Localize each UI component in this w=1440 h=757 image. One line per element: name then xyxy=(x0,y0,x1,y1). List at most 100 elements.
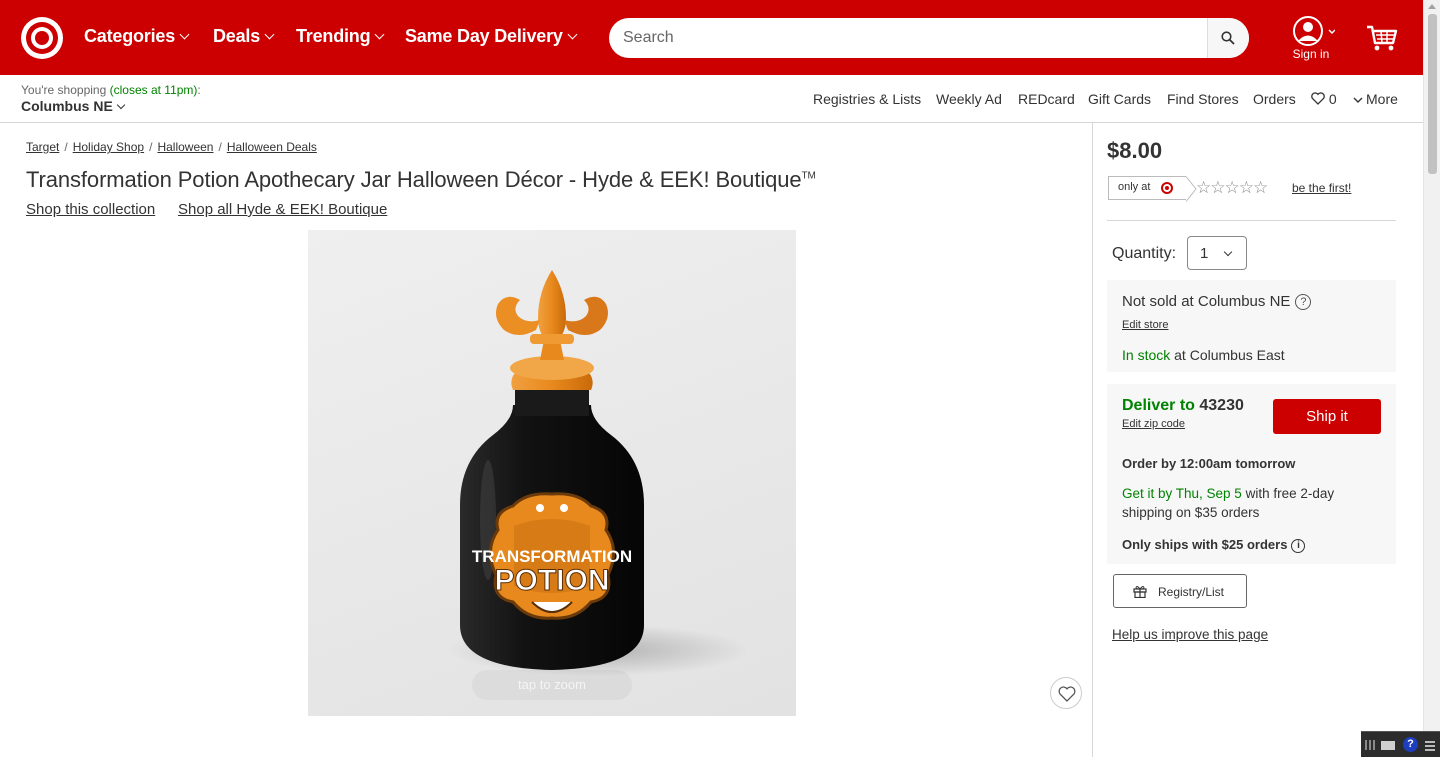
registry-button-label: Registry/List xyxy=(1158,585,1225,599)
nav-deals[interactable]: Deals xyxy=(213,26,275,47)
shop-collection-link[interactable]: Shop this collection xyxy=(26,201,155,218)
nav-categories[interactable]: Categories xyxy=(84,26,190,47)
signal-icon xyxy=(1425,739,1435,751)
chevron-down-icon xyxy=(1223,247,1233,257)
link-gift-cards[interactable]: Gift Cards xyxy=(1088,91,1151,107)
link-redcard[interactable]: REDcard xyxy=(1018,91,1075,107)
only-at-label: only at xyxy=(1118,181,1151,193)
add-to-favorites-button[interactable] xyxy=(1050,677,1082,709)
divider xyxy=(1107,220,1396,221)
delivery-date: Get it by Thu, Sep 5 xyxy=(1122,486,1242,501)
nav-same-day-delivery[interactable]: Same Day Delivery xyxy=(405,26,578,47)
quantity-select[interactable]: 1 xyxy=(1187,236,1247,270)
chevron-down-icon xyxy=(374,29,385,40)
tray-grip-icon xyxy=(1365,740,1375,750)
link-find-stores[interactable]: Find Stores xyxy=(1167,91,1239,107)
product-price: $8.00 xyxy=(1107,138,1163,163)
question-icon[interactable]: ? xyxy=(1295,294,1312,310)
deliver-to-label: Deliver to xyxy=(1122,397,1195,414)
chevron-down-icon xyxy=(567,29,578,40)
order-by-text: Order by 12:00am tomorrow xyxy=(1122,456,1296,471)
store-utility-bar: You're shopping (closes at 11pm): Columb… xyxy=(0,75,1423,123)
favorites-link[interactable]: 0 xyxy=(1311,91,1337,107)
deliver-to-text: Deliver to 43230 xyxy=(1122,397,1244,415)
chevron-down-icon xyxy=(116,100,126,110)
column-divider xyxy=(1092,123,1093,757)
help-icon[interactable]: ? xyxy=(1403,737,1418,752)
trademark-symbol: TM xyxy=(801,170,816,182)
cart-button[interactable] xyxy=(1366,24,1398,57)
nav-trending[interactable]: Trending xyxy=(296,26,385,47)
shopping-colon: : xyxy=(197,83,201,97)
sign-in-button[interactable]: Sign in xyxy=(1287,16,1336,62)
nav-same-day-delivery-label: Same Day Delivery xyxy=(405,26,563,46)
breadcrumb-target[interactable]: Target xyxy=(26,140,59,154)
edit-store-link[interactable]: Edit store xyxy=(1122,319,1168,331)
minimum-order-label: Only ships with $25 orders xyxy=(1122,537,1288,552)
account-icon xyxy=(1293,16,1336,46)
more-menu[interactable]: More xyxy=(1353,91,1398,107)
breadcrumb-separator: / xyxy=(218,140,222,154)
chevron-down-icon xyxy=(264,29,275,40)
store-selector[interactable]: Columbus NE xyxy=(21,98,126,114)
link-orders[interactable]: Orders xyxy=(1253,91,1296,107)
product-image[interactable]: TRANSFORMATION POTION tap to zoom xyxy=(308,230,796,716)
rating-stars[interactable]: ☆☆☆☆☆ xyxy=(1196,178,1268,198)
tap-to-zoom-hint: tap to zoom xyxy=(472,670,632,700)
scrollbar-thumb[interactable] xyxy=(1428,14,1437,174)
top-nav-bar: Categories Deals Trending Same Day Deliv… xyxy=(0,0,1423,75)
image-label-line2: POTION xyxy=(494,564,609,597)
link-weekly-ad[interactable]: Weekly Ad xyxy=(936,91,1002,107)
breadcrumb-halloween-deals[interactable]: Halloween Deals xyxy=(227,140,317,154)
edit-zip-link[interactable]: Edit zip code xyxy=(1122,418,1185,430)
keyboard-icon[interactable] xyxy=(1381,741,1395,750)
search-bar xyxy=(609,18,1249,58)
breadcrumb-separator: / xyxy=(64,140,68,154)
product-title-text: Transformation Potion Apothecary Jar Hal… xyxy=(26,167,802,192)
in-stock-text: In stock at Columbus East xyxy=(1122,347,1285,363)
link-registries-lists[interactable]: Registries & Lists xyxy=(813,91,921,107)
nav-trending-label: Trending xyxy=(296,26,371,46)
sign-in-label: Sign in xyxy=(1292,47,1330,61)
potion-jar-illustration: TRANSFORMATION POTION xyxy=(448,270,748,676)
system-tray: ? xyxy=(1361,731,1440,757)
shopping-prefix: You're shopping xyxy=(21,83,107,97)
store-closing-time: (closes at 11pm) xyxy=(109,83,198,97)
shopping-at-text: You're shopping (closes at 11pm): xyxy=(21,83,201,97)
add-to-registry-button[interactable]: Registry/List xyxy=(1113,574,1247,608)
product-title: Transformation Potion Apothecary Jar Hal… xyxy=(26,167,816,193)
nav-categories-label: Categories xyxy=(84,26,176,46)
breadcrumb-halloween[interactable]: Halloween xyxy=(157,140,213,154)
not-sold-text: Not sold at Columbus NE? xyxy=(1122,293,1312,311)
only-at-target-badge: only at xyxy=(1108,176,1197,202)
gift-icon xyxy=(1133,586,1147,598)
heart-icon xyxy=(1058,686,1076,702)
heart-icon xyxy=(1311,92,1325,105)
scroll-up-arrow[interactable] xyxy=(1428,4,1436,9)
shop-brand-link[interactable]: Shop all Hyde & EEK! Boutique xyxy=(178,201,387,218)
quantity-value: 1 xyxy=(1200,245,1209,262)
feedback-link[interactable]: Help us improve this page xyxy=(1112,627,1268,642)
info-icon[interactable]: i xyxy=(1291,539,1306,553)
ship-it-button[interactable]: Ship it xyxy=(1273,399,1381,434)
search-button[interactable] xyxy=(1207,18,1249,58)
page-scrollbar[interactable] xyxy=(1423,0,1440,757)
target-bullseye-icon xyxy=(1161,182,1173,194)
chevron-down-icon xyxy=(1353,97,1363,103)
breadcrumb-separator: / xyxy=(149,140,153,154)
write-review-link[interactable]: be the first! xyxy=(1292,181,1351,195)
search-icon xyxy=(1221,31,1235,45)
delivery-estimate: Get it by Thu, Sep 5 with free 2-day shi… xyxy=(1122,484,1384,522)
in-stock-status: In stock xyxy=(1122,347,1171,363)
delivery-zip: 43230 xyxy=(1199,397,1244,414)
store-name: Columbus NE xyxy=(21,98,113,114)
logo-dot xyxy=(35,31,49,45)
chevron-down-icon xyxy=(179,29,190,40)
breadcrumb: Target / Holiday Shop / Halloween / Halloween … xyxy=(26,140,317,154)
quantity-label: Quantity: xyxy=(1112,245,1177,262)
target-logo[interactable] xyxy=(21,17,63,59)
breadcrumb-holiday-shop[interactable]: Holiday Shop xyxy=(73,140,144,154)
search-input[interactable] xyxy=(623,27,1203,49)
cart-icon xyxy=(1367,25,1398,51)
in-stock-location: at Columbus East xyxy=(1170,347,1285,363)
